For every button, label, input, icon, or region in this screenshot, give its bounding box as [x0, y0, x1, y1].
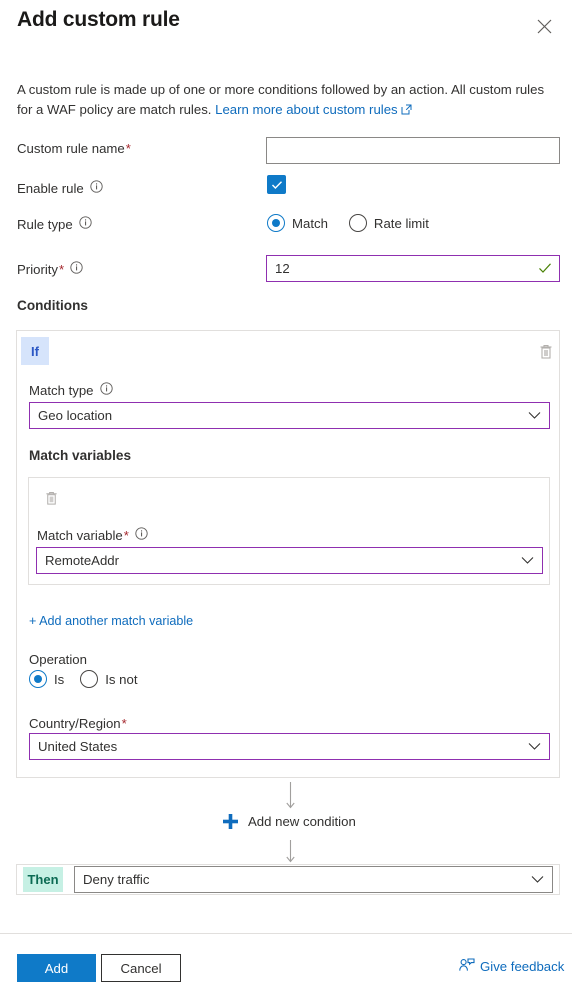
plus-icon [222, 813, 239, 830]
operation-option-is-not[interactable]: Is not [80, 670, 138, 688]
match-variables-heading: Match variables [29, 448, 131, 463]
custom-rule-name-input[interactable] [266, 137, 560, 164]
action-then-badge: Then [23, 867, 63, 892]
enable-rule-label: Enable rule [17, 180, 103, 196]
delete-condition-icon[interactable] [535, 340, 557, 362]
radio-unselected-icon [348, 214, 367, 232]
close-icon[interactable] [530, 12, 558, 40]
priority-input[interactable] [266, 255, 560, 282]
match-variable-value: RemoteAddr [45, 553, 120, 568]
delete-match-variable-icon[interactable] [40, 487, 62, 509]
match-variable-dropdown[interactable]: RemoteAddr [36, 547, 543, 574]
match-type-value: Geo location [38, 408, 113, 423]
match-type-dropdown[interactable]: Geo location [29, 402, 550, 429]
info-icon[interactable] [90, 180, 103, 196]
rule-type-radio-group: Match Rate limit [267, 214, 429, 232]
operation-radio-group: Is Is not [29, 670, 138, 688]
info-icon[interactable] [99, 382, 113, 398]
add-new-condition-label: Add new condition [248, 814, 356, 829]
footer-divider [0, 933, 572, 934]
external-link-icon [401, 101, 412, 121]
add-button[interactable]: Add [17, 954, 96, 982]
custom-rule-name-label: Custom rule name* [17, 141, 131, 156]
match-variable-label: Match variable* [37, 527, 148, 543]
operation-label: Operation [29, 652, 87, 667]
arrow-down-icon [285, 782, 296, 815]
radio-selected-icon [267, 214, 285, 232]
rule-type-label: Rule type [17, 216, 92, 232]
enable-rule-checkbox[interactable] [267, 175, 286, 194]
add-custom-rule-panel: Add custom rule A custom rule is made up… [0, 0, 572, 992]
chevron-down-icon [521, 556, 534, 565]
action-dropdown[interactable]: Deny traffic [74, 866, 553, 893]
action-value: Deny traffic [83, 872, 150, 887]
add-another-match-variable-link[interactable]: + Add another match variable [29, 614, 193, 628]
country-region-label: Country/Region* [29, 716, 127, 731]
give-feedback-label: Give feedback [480, 959, 565, 974]
intro-text: A custom rule is made up of one or more … [17, 80, 560, 121]
info-icon[interactable] [135, 527, 148, 543]
conditions-heading: Conditions [17, 298, 88, 313]
add-new-condition-button[interactable]: Add new condition [222, 813, 356, 830]
checkmark-icon [271, 180, 282, 189]
rule-type-option-match[interactable]: Match [267, 214, 328, 232]
chevron-down-icon [528, 411, 541, 420]
country-region-dropdown[interactable]: United States [29, 733, 550, 760]
operation-option-is[interactable]: Is [29, 670, 64, 688]
page-title: Add custom rule [17, 8, 180, 31]
cancel-button[interactable]: Cancel [101, 954, 181, 982]
feedback-person-icon [459, 958, 475, 975]
condition-if-badge: If [21, 337, 49, 365]
chevron-down-icon [531, 875, 544, 884]
learn-more-link[interactable]: Learn more about custom rules [215, 102, 398, 117]
match-type-label: Match type [29, 382, 113, 398]
priority-label: Priority* [17, 261, 83, 277]
give-feedback-button[interactable]: Give feedback [459, 958, 564, 975]
info-icon[interactable] [70, 261, 83, 277]
radio-unselected-icon [80, 670, 99, 688]
info-icon[interactable] [79, 216, 92, 232]
chevron-down-icon [528, 742, 541, 751]
country-region-value: United States [38, 739, 118, 754]
radio-selected-icon [29, 670, 47, 688]
rule-type-option-rate-limit[interactable]: Rate limit [348, 214, 429, 232]
